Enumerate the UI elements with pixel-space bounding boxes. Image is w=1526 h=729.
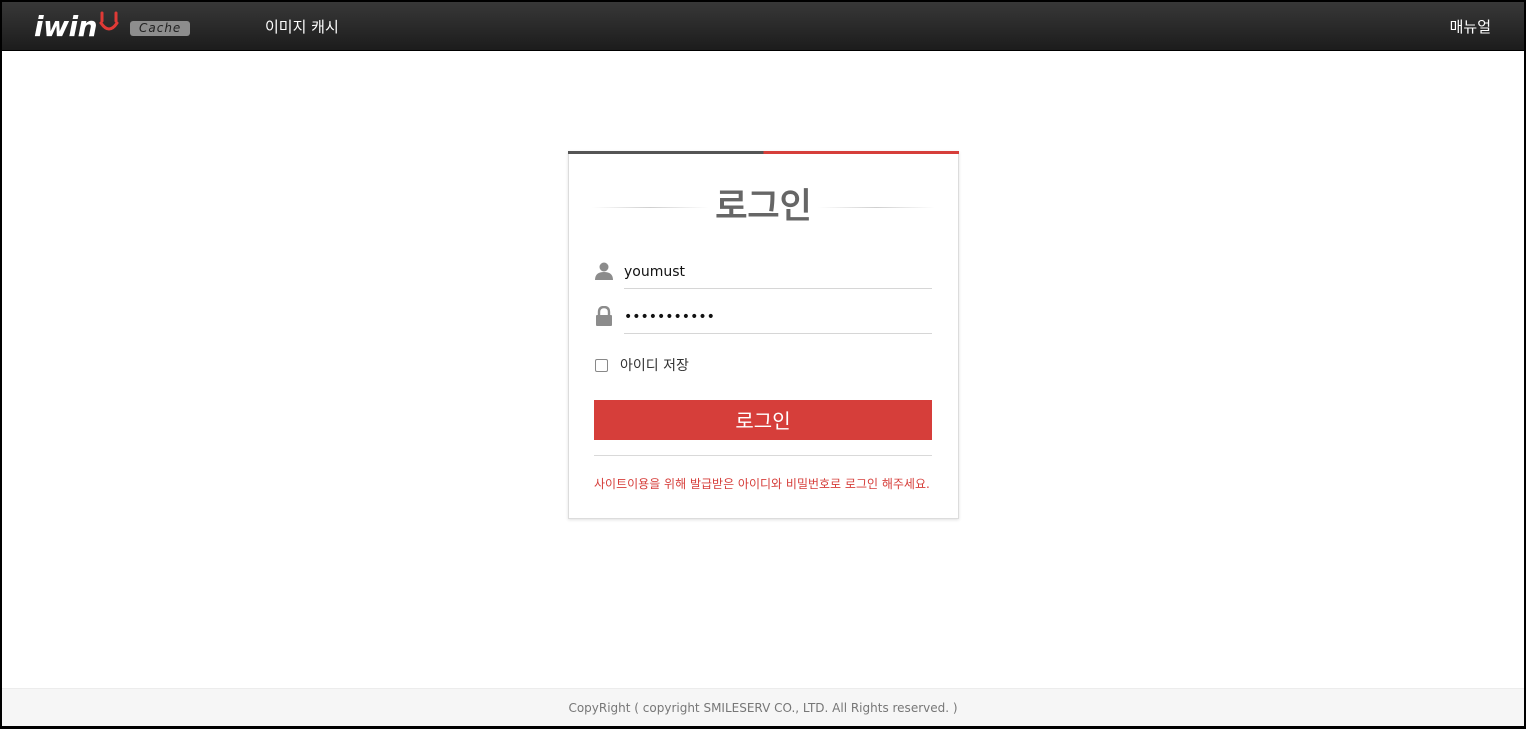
- page: iwin Cache 이미지 캐시 매뉴얼 로그인 youmust ••••••…: [2, 2, 1524, 726]
- remember-id-checkbox[interactable]: [595, 358, 608, 372]
- user-icon: [594, 261, 614, 281]
- login-title: 로그인: [715, 187, 812, 227]
- remember-id-row[interactable]: 아이디 저장: [594, 356, 689, 374]
- login-button[interactable]: 로그인: [594, 400, 932, 440]
- top-navbar: iwin Cache 이미지 캐시 매뉴얼: [2, 2, 1524, 51]
- card-divider: [594, 455, 932, 456]
- remember-id-label: 아이디 저장: [620, 358, 689, 374]
- title-divider-right: [817, 206, 936, 208]
- copyright-text: CopyRight ( copyright SMILESERV CO., LTD…: [568, 701, 958, 715]
- logo-text: iwin: [34, 9, 98, 43]
- manual-link[interactable]: 매뉴얼: [1450, 16, 1491, 37]
- title-divider-left: [592, 206, 710, 208]
- password-field: [594, 300, 934, 334]
- password-input[interactable]: [624, 300, 932, 334]
- username-input[interactable]: [624, 255, 932, 289]
- login-notice: 사이트이용을 위해 발급받은 아이디와 비밀번호로 로그인 해주세요.: [594, 477, 930, 491]
- username-field: [594, 255, 934, 289]
- footer: CopyRight ( copyright SMILESERV CO., LTD…: [2, 688, 1524, 726]
- brand-logo[interactable]: iwin Cache: [34, 8, 191, 44]
- cache-badge: Cache: [130, 20, 191, 36]
- nav-image-cache[interactable]: 이미지 캐시: [265, 16, 339, 37]
- login-title-row: 로그인: [592, 185, 936, 229]
- login-card: 로그인 아이디 저장 로그인: [568, 151, 959, 519]
- smile-logo-icon: [98, 9, 120, 39]
- lock-icon: [594, 305, 614, 326]
- card-accent-line: [568, 151, 959, 154]
